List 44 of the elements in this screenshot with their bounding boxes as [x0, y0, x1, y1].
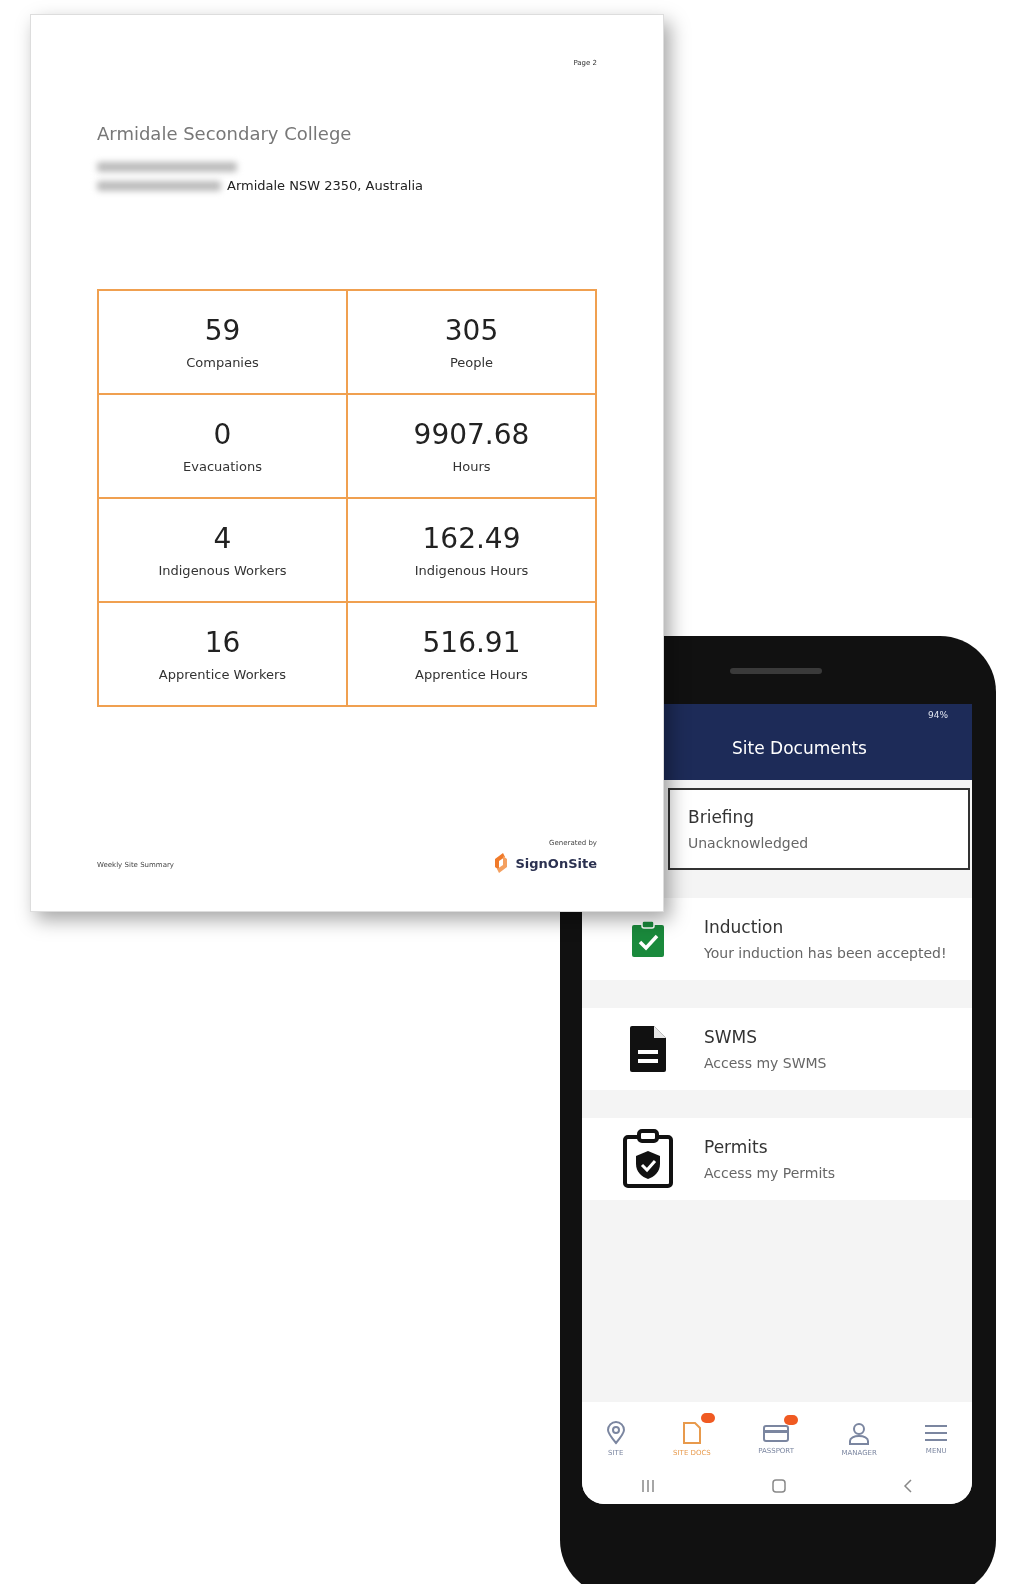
stat-value: 59	[204, 314, 241, 347]
back-icon[interactable]	[903, 1479, 914, 1493]
item-title: Permits	[704, 1137, 769, 1157]
document-item[interactable]: Permits Access my Permits	[582, 1118, 972, 1200]
stat-label: Indigenous Hours	[414, 563, 529, 578]
stat-label: Apprentice Hours	[415, 667, 528, 682]
document-icon	[628, 1024, 668, 1074]
clipboard-shield-icon	[622, 1129, 674, 1189]
clipboard-check-icon	[631, 920, 665, 958]
item-subtitle: Access my Permits	[704, 1165, 836, 1181]
stat-label: Apprentice Workers	[158, 667, 287, 682]
document-item[interactable]: SWMS Access my SWMS	[582, 1008, 972, 1090]
stat-label: People	[449, 355, 494, 370]
item-subtitle: Access my SWMS	[704, 1055, 827, 1071]
item-title: SWMS	[704, 1027, 759, 1047]
person-icon	[847, 1421, 872, 1445]
stat-label: Indigenous Workers	[158, 563, 287, 578]
stat-label: Hours	[452, 459, 491, 474]
stat-value: 0	[213, 418, 232, 451]
stat-value: 16	[204, 626, 241, 659]
card-icon	[763, 1423, 790, 1443]
screen-title: Site Documents	[732, 738, 868, 758]
stat-value: 516.91	[422, 626, 521, 659]
item-title: Induction	[704, 917, 785, 937]
brand-name: SignOnSite	[515, 855, 597, 871]
location-pin-icon	[605, 1421, 626, 1445]
battery-status: 94%	[928, 710, 948, 720]
stat-label: Companies	[186, 355, 259, 370]
document-item[interactable]: Induction Your induction has been accepted!	[582, 898, 972, 980]
stat-value: 4	[213, 522, 232, 555]
stat-value: 162.49	[422, 522, 521, 555]
menu-icon	[924, 1423, 949, 1443]
document-item[interactable]: Briefing Unacknowledged	[668, 788, 970, 870]
document-icon	[681, 1421, 702, 1445]
address: Armidale NSW 2350, Australia	[227, 178, 424, 193]
stat-value: 305	[444, 314, 499, 347]
item-title: Briefing	[688, 807, 756, 827]
item-subtitle: Unacknowledged	[688, 835, 809, 851]
site-name: Armidale Secondary College	[97, 123, 353, 144]
stat-label: Evacuations	[183, 459, 262, 474]
stat-value: 9907.68	[413, 418, 530, 451]
home-icon[interactable]	[772, 1479, 786, 1493]
item-subtitle: Your induction has been accepted!	[704, 945, 947, 961]
recents-icon[interactable]	[640, 1480, 655, 1492]
